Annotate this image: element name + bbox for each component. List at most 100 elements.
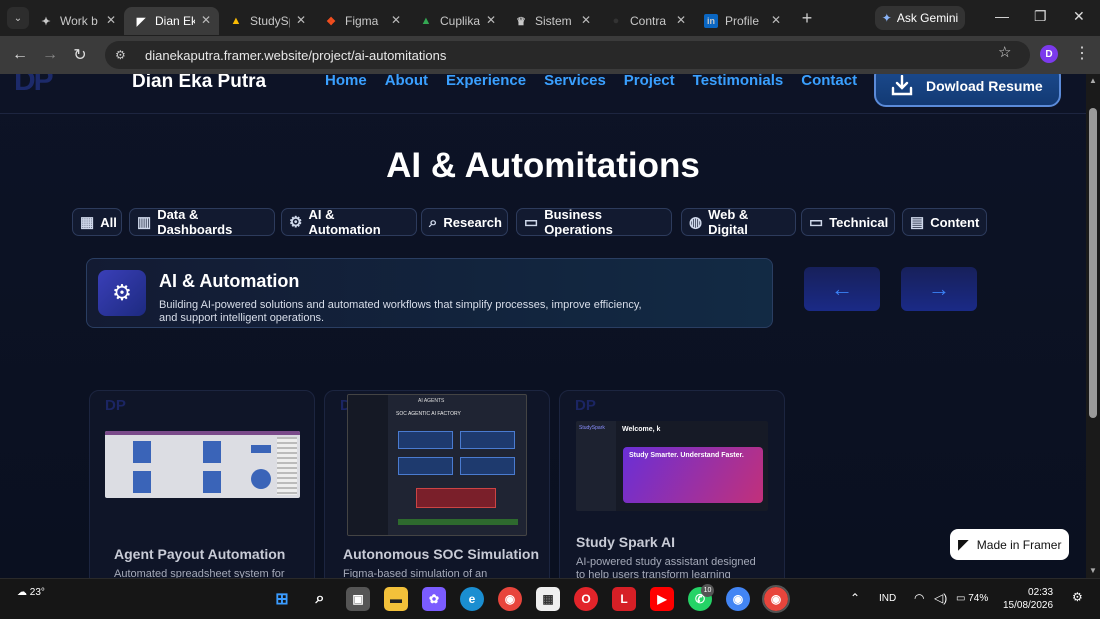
close-window-icon[interactable]: ✕ <box>1073 8 1085 25</box>
address-bar[interactable]: ⚙ dianekaputra.framer.website/project/ai… <box>105 41 1030 69</box>
nav-about[interactable]: About <box>385 74 428 89</box>
tab-search-chevron-icon[interactable]: ⌄ <box>7 7 29 29</box>
edge-icon[interactable]: e <box>460 587 484 611</box>
filter-ai-automation[interactable]: ⚙ AI & Automation <box>281 207 417 237</box>
project-card-soc-simulation[interactable]: DP AI AGENTS SOC AGENTIC AI FACTORY Auto… <box>324 390 550 578</box>
chrome-active-icon[interactable]: ◉ <box>762 585 790 613</box>
nav-contact[interactable]: Contact <box>801 74 857 89</box>
tray-chevron-icon[interactable]: ⌃ <box>850 591 860 605</box>
url-text: dianekaputra.framer.website/project/ai-a… <box>145 47 447 63</box>
close-tab-icon[interactable]: ✕ <box>201 13 211 27</box>
close-tab-icon[interactable]: ✕ <box>771 13 781 27</box>
next-arrow-button[interactable]: → <box>901 267 977 311</box>
scroll-thumb[interactable] <box>1089 108 1097 418</box>
filter-web-digital[interactable]: ◍ Web & Digital <box>681 207 796 237</box>
close-tab-icon[interactable]: ✕ <box>581 13 591 27</box>
close-tab-icon[interactable]: ✕ <box>676 13 686 27</box>
tab-4[interactable]: ❖ Figma ✕ <box>314 7 409 35</box>
study-spark-screenshot: StudySpark Welcome, k Study Smarter. Und… <box>576 421 768 511</box>
filter-technical[interactable]: ▭ Technical <box>801 208 895 236</box>
filter-research[interactable]: ⌕ Research <box>421 208 508 236</box>
dashboard-screenshot <box>105 431 300 498</box>
new-tab-button[interactable]: + <box>793 8 821 29</box>
nav-project[interactable]: Project <box>624 74 675 89</box>
filter-data-dashboards[interactable]: ▥ Data & Dashboards <box>129 207 275 237</box>
filter-label: Technical <box>829 214 889 230</box>
document-icon: ▤ <box>910 214 925 231</box>
drive-icon: ▲ <box>420 15 432 27</box>
scroll-down-icon[interactable]: ▼ <box>1089 566 1097 575</box>
soc-header-text: AI AGENTS <box>418 398 445 404</box>
browser-toolbar: ← → ↻ ⚙ dianekaputra.framer.website/proj… <box>0 36 1100 74</box>
close-tab-icon[interactable]: ✕ <box>296 13 306 27</box>
restore-icon[interactable]: ❐ <box>1034 8 1047 25</box>
close-tab-icon[interactable]: ✕ <box>486 13 496 27</box>
download-resume-button[interactable]: Dowload Resume <box>874 74 1061 107</box>
filter-business-operations[interactable]: ▭ Business Operations <box>516 207 672 237</box>
weather-widget[interactable]: ☁ 23° <box>17 587 45 598</box>
made-in-framer-badge[interactable]: ◤ Made in Framer <box>950 529 1069 560</box>
forward-icon[interactable]: → <box>35 46 65 64</box>
store-icon[interactable]: ▦ <box>536 587 560 611</box>
site-logo[interactable]: DP <box>14 74 54 98</box>
filter-content[interactable]: ▤ Content <box>902 208 987 236</box>
minimize-icon[interactable]: — <box>995 8 1009 24</box>
back-icon[interactable]: ← <box>5 46 35 64</box>
bookmark-star-icon[interactable]: ☆ <box>998 43 1011 61</box>
page-title: AI & Automitations <box>386 146 700 185</box>
drive-icon: ▲ <box>230 15 242 27</box>
site-header: DP Dian Eka Putra Home About Experience … <box>0 74 1086 114</box>
prev-arrow-button[interactable]: ← <box>804 267 880 311</box>
ask-gemini-button[interactable]: ✦ Ask Gemini <box>875 6 965 30</box>
language-indicator[interactable]: IND <box>879 593 896 604</box>
copilot-icon[interactable]: ✿ <box>422 587 446 611</box>
search-icon[interactable]: ⌕ <box>308 587 332 611</box>
project-card-agent-payout[interactable]: DP Agent Payout Automation Automated spr… <box>89 390 315 578</box>
site-info-icon[interactable]: ⚙ <box>115 48 135 62</box>
tab-7[interactable]: ● Contra ✕ <box>599 7 694 35</box>
soc-screenshot: AI AGENTS SOC AGENTIC AI FACTORY <box>347 394 527 536</box>
chrome-profile-icon[interactable]: ◉ <box>726 587 750 611</box>
resume-label: Dowload Resume <box>926 77 1043 94</box>
browser-menu-icon[interactable]: ⋮ <box>1074 43 1090 63</box>
gemini-label: Ask Gemini <box>896 11 959 25</box>
notification-bell-icon[interactable]: ⚙ <box>1072 590 1083 604</box>
tab-1[interactable]: ✦ Work b ✕ <box>29 7 124 35</box>
opera-icon[interactable]: O <box>574 587 598 611</box>
clock-time: 02:33 <box>1028 587 1054 598</box>
chrome-icon[interactable]: ◉ <box>498 587 522 611</box>
site-brand[interactable]: Dian Eka Putra <box>132 74 266 93</box>
page-scrollbar[interactable]: ▲ ▼ <box>1086 74 1100 578</box>
card-title: Study Spark AI <box>576 534 676 550</box>
system-clock[interactable]: 02:33 15/08/2026 <box>1003 586 1053 612</box>
tab-8[interactable]: in Profile ✕ <box>694 7 789 35</box>
project-card-study-spark[interactable]: DP StudySpark Welcome, k Study Smarter. … <box>559 390 785 578</box>
tab-label: Profile <box>725 14 760 28</box>
nav-services[interactable]: Services <box>544 74 606 89</box>
filter-all[interactable]: ▦ All <box>72 208 122 236</box>
reload-icon[interactable]: ↻ <box>65 45 95 65</box>
tab-6[interactable]: ♛ Sistem ✕ <box>504 7 599 35</box>
close-tab-icon[interactable]: ✕ <box>391 13 401 27</box>
close-tab-icon[interactable]: ✕ <box>106 13 116 27</box>
gear-icon: ⚙ <box>98 270 146 316</box>
start-button[interactable]: ⊞ <box>270 587 294 611</box>
app-l-icon[interactable]: L <box>612 587 636 611</box>
task-view-icon[interactable]: ▣ <box>346 587 370 611</box>
nav-testimonials[interactable]: Testimonials <box>693 74 784 89</box>
contra-icon: ● <box>612 15 620 27</box>
nav-experience[interactable]: Experience <box>446 74 526 89</box>
volume-icon[interactable]: ◁) <box>934 591 947 605</box>
scroll-up-icon[interactable]: ▲ <box>1089 76 1097 85</box>
nav-home[interactable]: Home <box>325 74 367 89</box>
youtube-icon[interactable]: ▶ <box>650 587 674 611</box>
card-title: Autonomous SOC Simulation <box>343 546 539 562</box>
wifi-icon[interactable]: ◠ <box>914 591 924 605</box>
tab-2-active[interactable]: ◤ Dian Ek ✕ <box>124 7 219 35</box>
file-explorer-icon[interactable]: ▬ <box>384 587 408 611</box>
tab-3[interactable]: ▲ StudySp ✕ <box>219 7 314 35</box>
battery-status[interactable]: ▭ 74% <box>956 593 988 604</box>
card-description: Automated spreadsheet system for <box>114 568 285 578</box>
tab-5[interactable]: ▲ Cuplika ✕ <box>409 7 504 35</box>
profile-avatar[interactable]: D <box>1040 45 1058 63</box>
